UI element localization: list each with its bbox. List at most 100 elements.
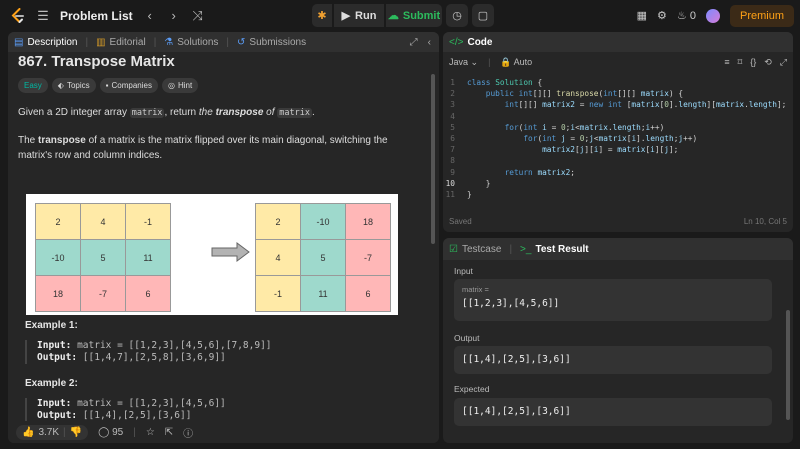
tab-solutions[interactable]: ⚗ Solutions — [164, 37, 218, 48]
topics-chip[interactable]: ⬖ Topics — [51, 78, 96, 93]
note-icon: ▢ — [477, 10, 489, 22]
flame-icon: ♨ — [676, 10, 687, 22]
transpose-definition: The transpose of a matrix is the matrix … — [18, 135, 388, 161]
matrix-cell: -1 — [256, 276, 301, 312]
checkbox-icon: ☑ — [449, 243, 458, 255]
example-1-body: Input: matrix = [[1,2,3],[4,5,6],[7,8,9]… — [25, 340, 272, 364]
code-line: 5 for(int i = 0;i<matrix.length;i++) — [450, 122, 665, 132]
bug-icon: ✱ — [317, 10, 327, 22]
companies-chip[interactable]: ▪ Companies — [99, 78, 158, 93]
expected-value: [[1,4],[2,5],[3,6]] — [462, 406, 571, 417]
lightbulb-icon: ◎ — [167, 81, 175, 90]
transpose-illustration: 2 4 -1 -10 5 11 18 -7 6 2 -10 18 4 5 -7 … — [26, 194, 398, 315]
description-panel: ▤ Description | ▥ Editorial | ⚗ Solutions |… — [8, 32, 439, 443]
problem-list-link[interactable]: Problem List — [60, 9, 133, 23]
matrix-cell: 2 — [36, 204, 81, 240]
result-scrollbar[interactable] — [786, 310, 790, 420]
problem-tags: Easy ⬖ Topics ▪ Companies ◎ Hint — [18, 78, 418, 93]
collapse-chevron-icon[interactable]: ‹ — [428, 37, 431, 48]
comments-button[interactable]: ◯ 95 — [98, 427, 123, 438]
description-scrollbar[interactable] — [431, 74, 435, 244]
terminal-icon: >_ — [520, 243, 532, 255]
matrix-cell: 4 — [81, 204, 126, 240]
editor-toolbar: Java ⌄ | 🔒 Auto ≡ ⌑ {} ⟲ ⤢ — [449, 56, 787, 68]
streak[interactable]: ♨ 0 — [677, 9, 696, 22]
settings-gear-icon[interactable]: ⚙ — [657, 9, 667, 22]
code-line: 9 return matrix2; — [450, 167, 575, 177]
menu-lines-icon[interactable]: ≡ — [724, 57, 729, 68]
right-arrow-icon — [211, 242, 250, 262]
test-tab-bar: ☑ Testcase | >_ Test Result — [443, 238, 793, 260]
code-line: 1 class Solution { — [450, 78, 543, 87]
tab-code[interactable]: </> Code — [449, 37, 492, 48]
code-line: 11} — [445, 190, 472, 200]
cursor-position: Ln 10, Col 5 — [743, 217, 787, 226]
bookmark-icon[interactable]: ⌑ — [738, 57, 743, 68]
maximize-icon[interactable]: ⤢ — [780, 57, 787, 68]
alarm-clock-icon: ◷ — [452, 10, 462, 22]
matrix-cell: 4 — [256, 240, 301, 276]
avatar[interactable] — [705, 8, 720, 23]
editor-status-bar: Saved Ln 10, Col 5 — [443, 217, 793, 226]
matrix-cell: 11 — [301, 276, 346, 312]
matrix-cell: 6 — [346, 276, 391, 312]
maximize-icon[interactable]: ⤢ — [410, 37, 418, 48]
tab-submissions[interactable]: ↺ Submissions — [237, 37, 306, 48]
star-icon[interactable]: ☆ — [146, 427, 155, 438]
tab-test-result[interactable]: >_ Test Result — [520, 244, 589, 255]
tab-testcase[interactable]: ☑ Testcase — [449, 244, 501, 255]
debug-button[interactable]: ✱ — [312, 4, 332, 27]
transposed-matrix: 2 -10 18 4 5 -7 -1 11 6 — [255, 203, 391, 312]
problem-statement: Given a 2D integer array matrix, return … — [18, 107, 315, 118]
problem-list-icon[interactable]: ☰ — [36, 8, 50, 24]
matrix-cell: 18 — [346, 204, 391, 240]
matrix-cell: -1 — [126, 204, 171, 240]
submit-button[interactable]: ☁ Submit — [386, 4, 442, 27]
braces-icon[interactable]: {} — [750, 57, 756, 68]
lock-icon: ▪ — [105, 81, 109, 90]
matrix-cell: 11 — [126, 240, 171, 276]
code-panel: </> Code Java ⌄ | 🔒 Auto ≡ ⌑ {} ⟲ ⤢ 1 clas… — [443, 32, 793, 232]
timer-button[interactable]: ◷ — [446, 4, 468, 27]
auto-mode-toggle[interactable]: 🔒 Auto — [500, 57, 532, 68]
tab-description[interactable]: ▤ Description — [14, 37, 77, 48]
code-line: 8 — [450, 156, 455, 166]
leetcode-logo-icon[interactable] — [10, 7, 26, 24]
input-var-name: matrix = — [462, 285, 489, 294]
layout-grid-icon[interactable]: ▦ — [637, 9, 647, 22]
code-tab-bar: </> Code — [443, 32, 793, 52]
code-brackets-icon: </> — [449, 36, 464, 48]
chevron-left-icon[interactable]: ‹ — [143, 8, 157, 23]
difficulty-badge[interactable]: Easy — [18, 78, 48, 93]
tag-icon: ⬖ — [57, 81, 64, 90]
matrix-cell: -7 — [346, 240, 391, 276]
matrix-cell: -10 — [36, 240, 81, 276]
play-icon: ▶ — [341, 10, 351, 22]
run-button[interactable]: ▶ Run — [334, 4, 384, 27]
example-2-title: Example 2: — [25, 378, 78, 389]
input-label: Input — [454, 266, 473, 276]
thumbs-up-icon: 👍 — [22, 426, 35, 438]
chevron-right-icon[interactable]: › — [167, 8, 181, 23]
share-icon[interactable]: ⇱ — [165, 427, 173, 438]
notes-button[interactable]: ▢ — [472, 4, 494, 27]
tab-editorial[interactable]: ▥ Editorial — [96, 37, 146, 48]
document-icon: ▤ — [14, 36, 24, 48]
shuffle-icon[interactable]: ⤨ — [191, 8, 205, 24]
language-select[interactable]: Java ⌄ — [449, 57, 478, 68]
lock-icon: 🔒 — [500, 56, 512, 67]
hint-chip[interactable]: ◎ Hint — [161, 78, 199, 93]
expected-box: [[1,4],[2,5],[3,6]] — [454, 398, 772, 426]
code-editor[interactable]: 1 class Solution { 2 public int[][] trans… — [443, 77, 793, 200]
like-button[interactable]: 👍 3.7K | 👎 — [16, 424, 89, 440]
matrix-cell: 2 — [256, 204, 301, 240]
flask-icon: ⚗ — [164, 36, 174, 48]
saved-status: Saved — [449, 217, 472, 226]
reset-icon[interactable]: ⟲ — [764, 57, 772, 68]
book-icon: ▥ — [96, 36, 106, 48]
matrix-cell: 6 — [126, 276, 171, 312]
thumbs-down-icon[interactable]: 👎 — [70, 427, 82, 438]
premium-button[interactable]: Premium — [729, 4, 794, 27]
help-icon[interactable]: ⓘ — [183, 425, 193, 440]
input-value: [[1,2,3],[4,5,6]] — [462, 298, 560, 309]
